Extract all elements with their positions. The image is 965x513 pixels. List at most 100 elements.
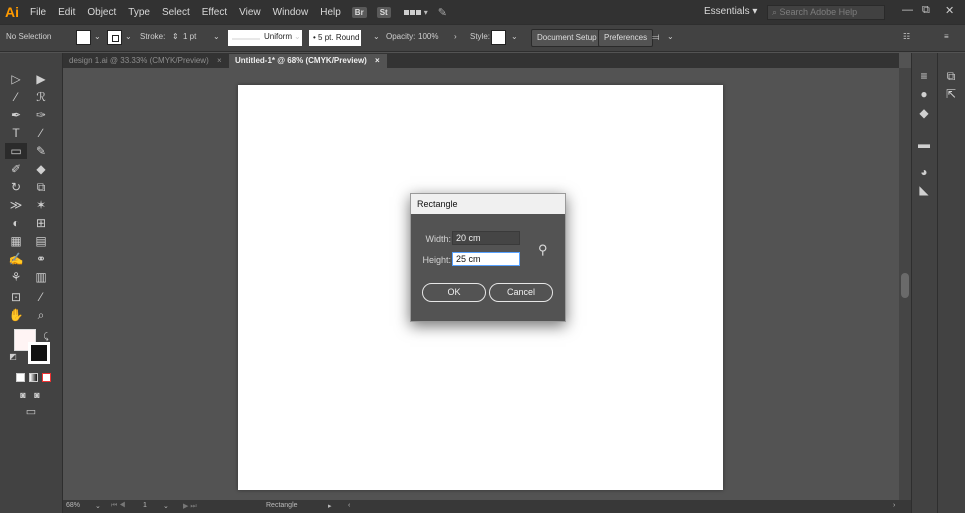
stock-button[interactable]: St	[376, 6, 391, 18]
scroll-left-icon[interactable]: ‹	[348, 502, 350, 509]
symbol-sprayer-tool-icon[interactable]: ⚘	[5, 269, 27, 285]
menu-effect[interactable]: Effect	[196, 7, 233, 18]
properties-icon[interactable]: ≡	[914, 69, 934, 83]
puppet-warp-tool-icon[interactable]: ✶	[30, 197, 52, 213]
stroke-label[interactable]: Stroke:	[140, 32, 165, 41]
close-icon[interactable]: ×	[217, 54, 222, 67]
magic-wand-tool-icon[interactable]: ⁄	[5, 89, 27, 105]
zoom-level-field[interactable]: 68%	[66, 502, 80, 509]
chevron-down-icon[interactable]: ⌄	[125, 32, 132, 41]
menu-help[interactable]: Help	[314, 7, 347, 18]
screen-mode-icon[interactable]: ▭	[20, 404, 42, 420]
artboard-tool-icon[interactable]: ⊡	[5, 289, 27, 305]
eyedropper-tool-icon[interactable]: ✍	[5, 251, 27, 267]
stroke-panel-icon[interactable]: ▬	[914, 137, 934, 151]
gradient-tool-icon[interactable]: ▤	[30, 233, 52, 249]
last-artboard-icon[interactable]: ▶ ⏭	[183, 502, 197, 511]
curvature-tool-icon[interactable]: ✑	[30, 107, 52, 123]
stroke-swatch[interactable]	[28, 342, 50, 364]
artboard-number-field[interactable]: 1	[143, 502, 147, 509]
appearance-icon[interactable]: ◕	[914, 165, 934, 179]
selection-tool-icon[interactable]: ▷	[5, 71, 27, 87]
chevron-down-icon[interactable]: ⌄	[373, 32, 380, 41]
scale-tool-icon[interactable]: ⧉	[30, 179, 52, 195]
preferences-button[interactable]: Preferences	[598, 29, 654, 47]
chevron-right-icon[interactable]: ›	[454, 32, 457, 41]
chevron-down-icon[interactable]: ⌄	[95, 502, 101, 510]
chevron-down-icon[interactable]: ⌄	[511, 32, 518, 41]
column-graph-tool-icon[interactable]: ▥	[30, 269, 52, 285]
graphic-style-swatch[interactable]	[491, 30, 506, 45]
constrain-proportions-icon[interactable]: ⚲	[538, 242, 548, 258]
fill-color-swatch[interactable]	[76, 30, 91, 45]
status-menu-icon[interactable]: ▸	[328, 502, 332, 510]
gpu-performance-icon[interactable]: ✎	[438, 6, 447, 19]
first-artboard-icon[interactable]: ⏮ ◀	[111, 502, 126, 510]
stepper-icon[interactable]: ⇕	[172, 32, 179, 41]
mesh-tool-icon[interactable]: ▦	[5, 233, 27, 249]
eraser-tool-icon[interactable]: ◆	[30, 161, 52, 177]
menu-object[interactable]: Object	[81, 7, 122, 18]
vertical-scrollbar[interactable]	[899, 68, 911, 500]
blend-tool-icon[interactable]: ⚭	[30, 251, 52, 267]
stroke-weight-field[interactable]: 1 pt	[183, 32, 196, 41]
paintbrush-tool-icon[interactable]: ✎	[30, 143, 52, 159]
slice-tool-icon[interactable]: ⁄	[30, 289, 52, 305]
cancel-button[interactable]: Cancel	[489, 283, 553, 302]
perspective-grid-tool-icon[interactable]: ⊞	[30, 215, 52, 231]
width-field[interactable]: 20 cm	[452, 231, 520, 245]
draw-behind-icon[interactable]: ◙	[26, 387, 48, 403]
opacity-field[interactable]: 100%	[418, 32, 438, 41]
scroll-right-icon[interactable]: ›	[893, 502, 895, 509]
export-icon[interactable]: ⇱	[941, 87, 961, 101]
ok-button[interactable]: OK	[422, 283, 486, 302]
none-mode-icon[interactable]	[42, 373, 51, 382]
height-field[interactable]: 25 cm	[452, 252, 520, 266]
brush-select[interactable]: • 5 pt. Round	[309, 30, 361, 46]
align-icon[interactable]: ⫤	[652, 32, 660, 43]
menu-window[interactable]: Window	[267, 7, 315, 18]
default-fill-stroke-icon[interactable]: ◩	[8, 349, 18, 365]
workspace-switcher[interactable]: Essentials ▾	[704, 6, 757, 17]
menu-view[interactable]: View	[233, 7, 267, 18]
type-tool-icon[interactable]: T	[5, 125, 27, 141]
close-button[interactable]: ✕	[945, 4, 954, 17]
minimize-button[interactable]: —	[902, 4, 913, 16]
menu-select[interactable]: Select	[156, 7, 196, 18]
pen-tool-icon[interactable]: ✒	[5, 107, 27, 123]
chevron-down-icon[interactable]: ▾	[424, 8, 428, 17]
graphic-styles-icon[interactable]: ◣	[914, 183, 934, 197]
close-icon[interactable]: ×	[375, 54, 380, 67]
menu-edit[interactable]: Edit	[52, 7, 81, 18]
bridge-button[interactable]: Br	[351, 6, 367, 18]
shape-builder-tool-icon[interactable]: ◐	[5, 215, 27, 231]
layers-icon[interactable]: ◆	[914, 106, 934, 120]
chevron-down-icon[interactable]: ⌄	[163, 502, 169, 510]
hand-tool-icon[interactable]: ✋	[5, 307, 27, 323]
artboards-icon[interactable]: ⧉	[941, 69, 961, 84]
arrange-documents-icon[interactable]	[403, 9, 421, 15]
rectangle-tool-icon[interactable]: ▭	[5, 143, 27, 159]
scrollbar-thumb[interactable]	[901, 273, 909, 298]
color-mode-icon[interactable]	[16, 373, 25, 382]
chevron-down-icon[interactable]: ⌄	[294, 32, 301, 41]
direct-selection-tool-icon[interactable]: ▶	[30, 71, 52, 87]
lasso-tool-icon[interactable]: ℛ	[30, 89, 52, 105]
tab-design-1[interactable]: design 1.ai @ 33.33% (CMYK/Preview) ×	[63, 54, 227, 68]
menu-type[interactable]: Type	[122, 7, 156, 18]
gradient-mode-icon[interactable]	[29, 373, 38, 382]
menu-icon[interactable]: ≡	[944, 32, 949, 41]
line-tool-icon[interactable]: ∕	[30, 125, 52, 141]
panel-menu-icon[interactable]: ☷	[903, 32, 910, 41]
stroke-color-swatch[interactable]	[107, 30, 122, 45]
chevron-down-icon[interactable]: ⌄	[94, 32, 101, 41]
zoom-tool-icon[interactable]: ⌕	[30, 307, 52, 323]
maximize-button[interactable]: ⧉	[922, 4, 930, 17]
help-search-input[interactable]: ⌕ Search Adobe Help	[767, 5, 885, 20]
color-icon[interactable]: ●	[914, 87, 934, 101]
tab-untitled-1[interactable]: Untitled-1* @ 68% (CMYK/Preview) ×	[229, 54, 387, 68]
rotate-tool-icon[interactable]: ↻	[5, 179, 27, 195]
width-tool-icon[interactable]: ≫	[5, 197, 27, 213]
shaper-tool-icon[interactable]: ✐	[5, 161, 27, 177]
document-setup-button[interactable]: Document Setup	[531, 29, 603, 47]
